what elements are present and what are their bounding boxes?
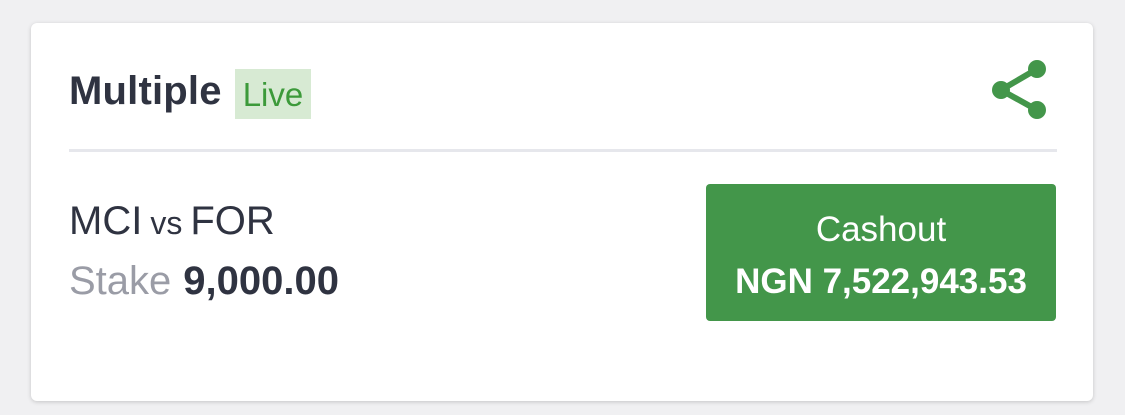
share-button[interactable] [989, 59, 1049, 121]
cashout-label: Cashout [815, 210, 947, 249]
vs-label: vs [150, 205, 183, 241]
away-team: FOR [190, 199, 275, 243]
stake-value: 9,000.00 [183, 259, 339, 303]
cashout-amount: NGN 7,522,943.53 [735, 262, 1027, 301]
stake-row: Stake 9,000.00 [69, 259, 339, 304]
bet-card: Multiple Live MCI vs FOR Stake 9,000.00 Cas… [31, 23, 1093, 401]
match-teams: MCI vs FOR [69, 199, 275, 244]
stake-label: Stake [69, 259, 172, 303]
header-divider [69, 149, 1057, 152]
cashout-button[interactable]: Cashout NGN 7,522,943.53 [706, 184, 1056, 321]
bet-header: Multiple Live [69, 63, 312, 119]
live-badge: Live [234, 69, 312, 119]
home-team: MCI [69, 199, 143, 243]
share-icon [992, 60, 1046, 119]
bet-type-title: Multiple [69, 68, 222, 113]
